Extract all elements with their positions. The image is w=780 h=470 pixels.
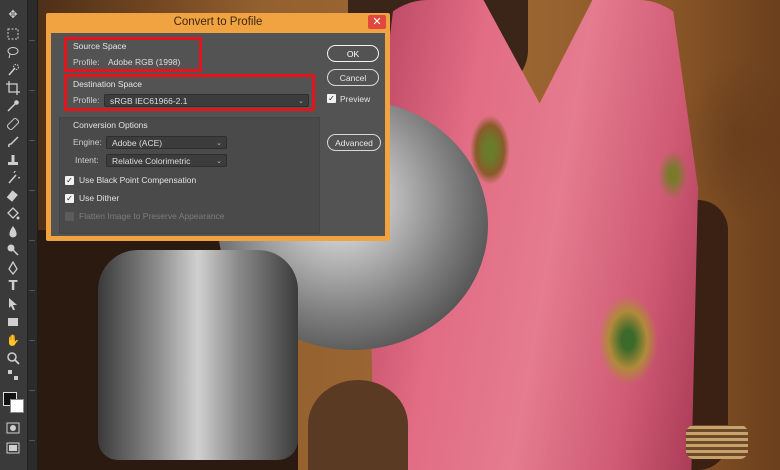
photo-bracelets: [686, 425, 748, 459]
engine-value: Adobe (ACE): [112, 138, 163, 148]
hand-icon[interactable]: ✋: [3, 332, 23, 348]
flatten-label: Flatten Image to Preserve Appearance: [79, 211, 225, 221]
move-icon[interactable]: ✥: [3, 6, 23, 22]
preview-label: Preview: [340, 94, 371, 104]
close-icon[interactable]: ✕: [368, 15, 386, 29]
dither-label: Use Dither: [79, 193, 120, 203]
screen-mode-icon[interactable]: [3, 440, 23, 456]
rectangle-icon[interactable]: [3, 314, 23, 330]
chevron-down-icon: ⌄: [216, 140, 222, 147]
bucket-icon[interactable]: [3, 206, 23, 222]
cancel-button[interactable]: Cancel: [327, 69, 379, 86]
pen-icon[interactable]: [3, 260, 23, 276]
vertical-ruler: [28, 0, 38, 470]
black-point-checkbox[interactable]: ✓: [65, 176, 74, 185]
quick-mask-icon[interactable]: [3, 420, 23, 436]
eraser-icon[interactable]: [3, 188, 23, 204]
healing-icon[interactable]: [3, 116, 23, 132]
engine-label: Engine:: [73, 137, 102, 147]
chevron-down-icon: ⌄: [216, 158, 222, 165]
brush-icon[interactable]: [3, 134, 23, 150]
background-color-swatch[interactable]: [10, 399, 24, 413]
intent-label: Intent:: [75, 155, 99, 165]
conversion-options-heading: Conversion Options: [73, 120, 148, 130]
intent-value: Relative Colorimetric: [112, 156, 191, 166]
tools-panel: ✥ T ✋: [0, 0, 28, 470]
lasso-icon[interactable]: [3, 44, 23, 60]
dialog-body: Source Space Profile: Adobe RGB (1998) D…: [51, 33, 385, 236]
quick-select-icon[interactable]: [3, 62, 23, 78]
marquee-icon[interactable]: [3, 26, 23, 42]
history-brush-icon[interactable]: [3, 170, 23, 186]
zoom-icon[interactable]: [3, 350, 23, 366]
engine-select[interactable]: Adobe (ACE) ⌄: [106, 136, 227, 149]
convert-to-profile-dialog: Convert to Profile ✕ Source Space Profil…: [46, 13, 390, 241]
blur-icon[interactable]: [3, 224, 23, 240]
preview-checkbox[interactable]: ✓: [327, 94, 336, 103]
type-icon[interactable]: T: [3, 278, 23, 294]
dither-checkbox[interactable]: ✓: [65, 194, 74, 203]
photo-small-pot: [98, 250, 298, 460]
photo-child-head: [308, 380, 408, 470]
ok-button[interactable]: OK: [327, 45, 379, 62]
photo-embroidery: [598, 295, 658, 385]
more-tools-icon[interactable]: [3, 370, 23, 380]
dodge-icon[interactable]: [3, 242, 23, 258]
advanced-button[interactable]: Advanced: [327, 134, 381, 151]
destination-space-highlight: [64, 74, 315, 111]
stamp-icon[interactable]: [3, 152, 23, 168]
source-space-highlight: [64, 37, 202, 72]
intent-select[interactable]: Relative Colorimetric ⌄: [106, 154, 227, 167]
flatten-checkbox[interactable]: [65, 212, 74, 221]
photo-embroidery: [658, 150, 688, 200]
path-select-icon[interactable]: [3, 296, 23, 312]
black-point-label: Use Black Point Compensation: [79, 175, 197, 185]
crop-icon[interactable]: [3, 80, 23, 96]
eyedropper-icon[interactable]: [3, 98, 23, 114]
dialog-title: Convert to Profile: [173, 16, 263, 28]
